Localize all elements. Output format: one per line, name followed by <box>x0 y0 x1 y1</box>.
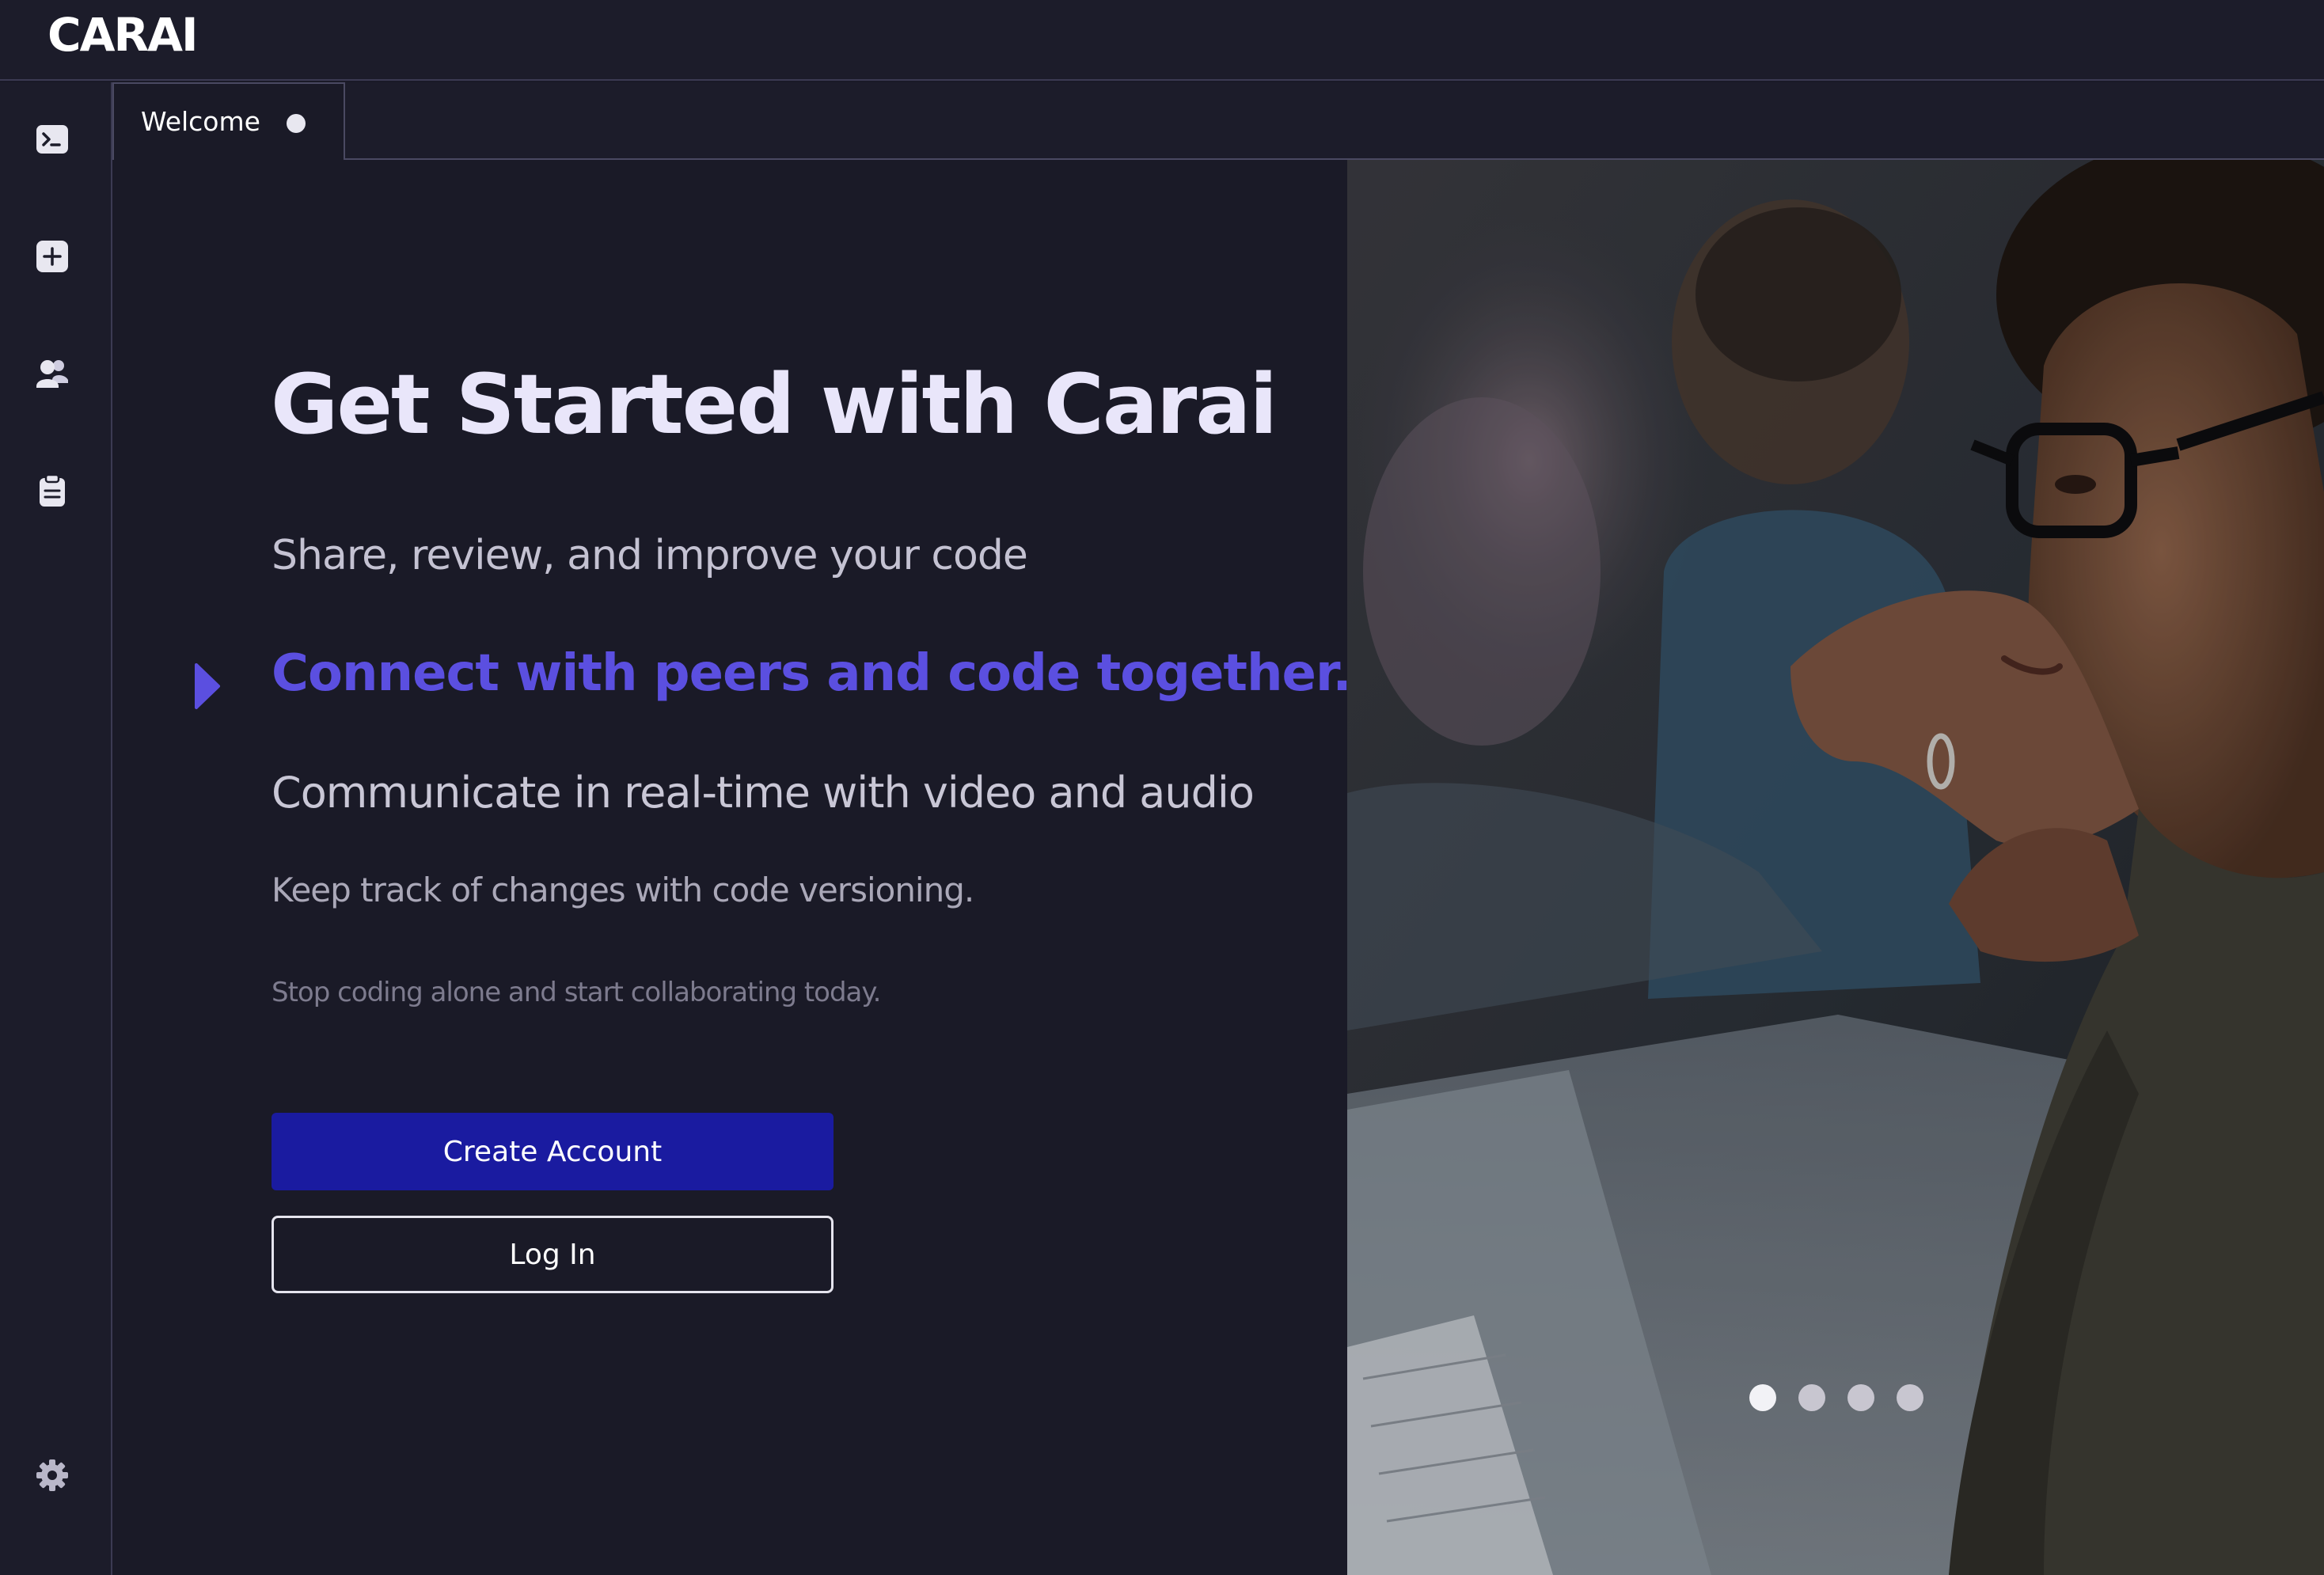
login-button[interactable]: Log In <box>272 1216 834 1293</box>
hero-image <box>1347 160 2324 1575</box>
feature-item[interactable]: Keep track of changes with code versioni… <box>272 871 974 909</box>
carousel-pagination <box>1749 1384 1923 1411</box>
sidebar <box>0 82 112 1575</box>
unsaved-dot-icon[interactable] <box>287 114 306 133</box>
carousel-dot-2[interactable] <box>1798 1384 1825 1411</box>
carousel-dot-1[interactable] <box>1749 1384 1776 1411</box>
peers-button[interactable] <box>35 356 70 391</box>
settings-button[interactable] <box>35 1458 70 1493</box>
feature-item[interactable]: Share, review, and improve your code <box>272 532 1028 579</box>
tab-bar: Welcome <box>112 82 2324 160</box>
users-icon <box>36 360 68 388</box>
feature-item[interactable]: Communicate in real-time with video and … <box>272 768 1255 818</box>
page-title: Get Started with Carai <box>271 356 1278 453</box>
terminal-button[interactable] <box>35 122 70 157</box>
app-logo[interactable]: CARAI <box>47 3 199 66</box>
tab-welcome[interactable]: Welcome <box>112 82 345 160</box>
feature-item-active[interactable]: Connect with peers and code together. <box>272 644 1352 703</box>
tab-label: Welcome <box>141 106 260 137</box>
plus-square-icon <box>36 241 68 272</box>
clipboard-icon <box>40 473 65 507</box>
hero-photo <box>1347 160 2324 1575</box>
carousel-dot-4[interactable] <box>1897 1384 1923 1411</box>
top-bar: CARAI <box>0 0 2324 81</box>
tasks-button[interactable] <box>35 473 70 508</box>
carousel-dot-3[interactable] <box>1847 1384 1874 1411</box>
feature-item[interactable]: Stop coding alone and start collaboratin… <box>272 977 881 1008</box>
create-account-button[interactable]: Create Account <box>272 1113 834 1190</box>
play-arrow-icon <box>195 663 220 709</box>
gear-icon <box>36 1459 68 1491</box>
new-project-button[interactable] <box>35 239 70 274</box>
terminal-icon <box>36 125 68 154</box>
welcome-panel: Get Started with Carai Share, review, an… <box>112 160 1352 1575</box>
